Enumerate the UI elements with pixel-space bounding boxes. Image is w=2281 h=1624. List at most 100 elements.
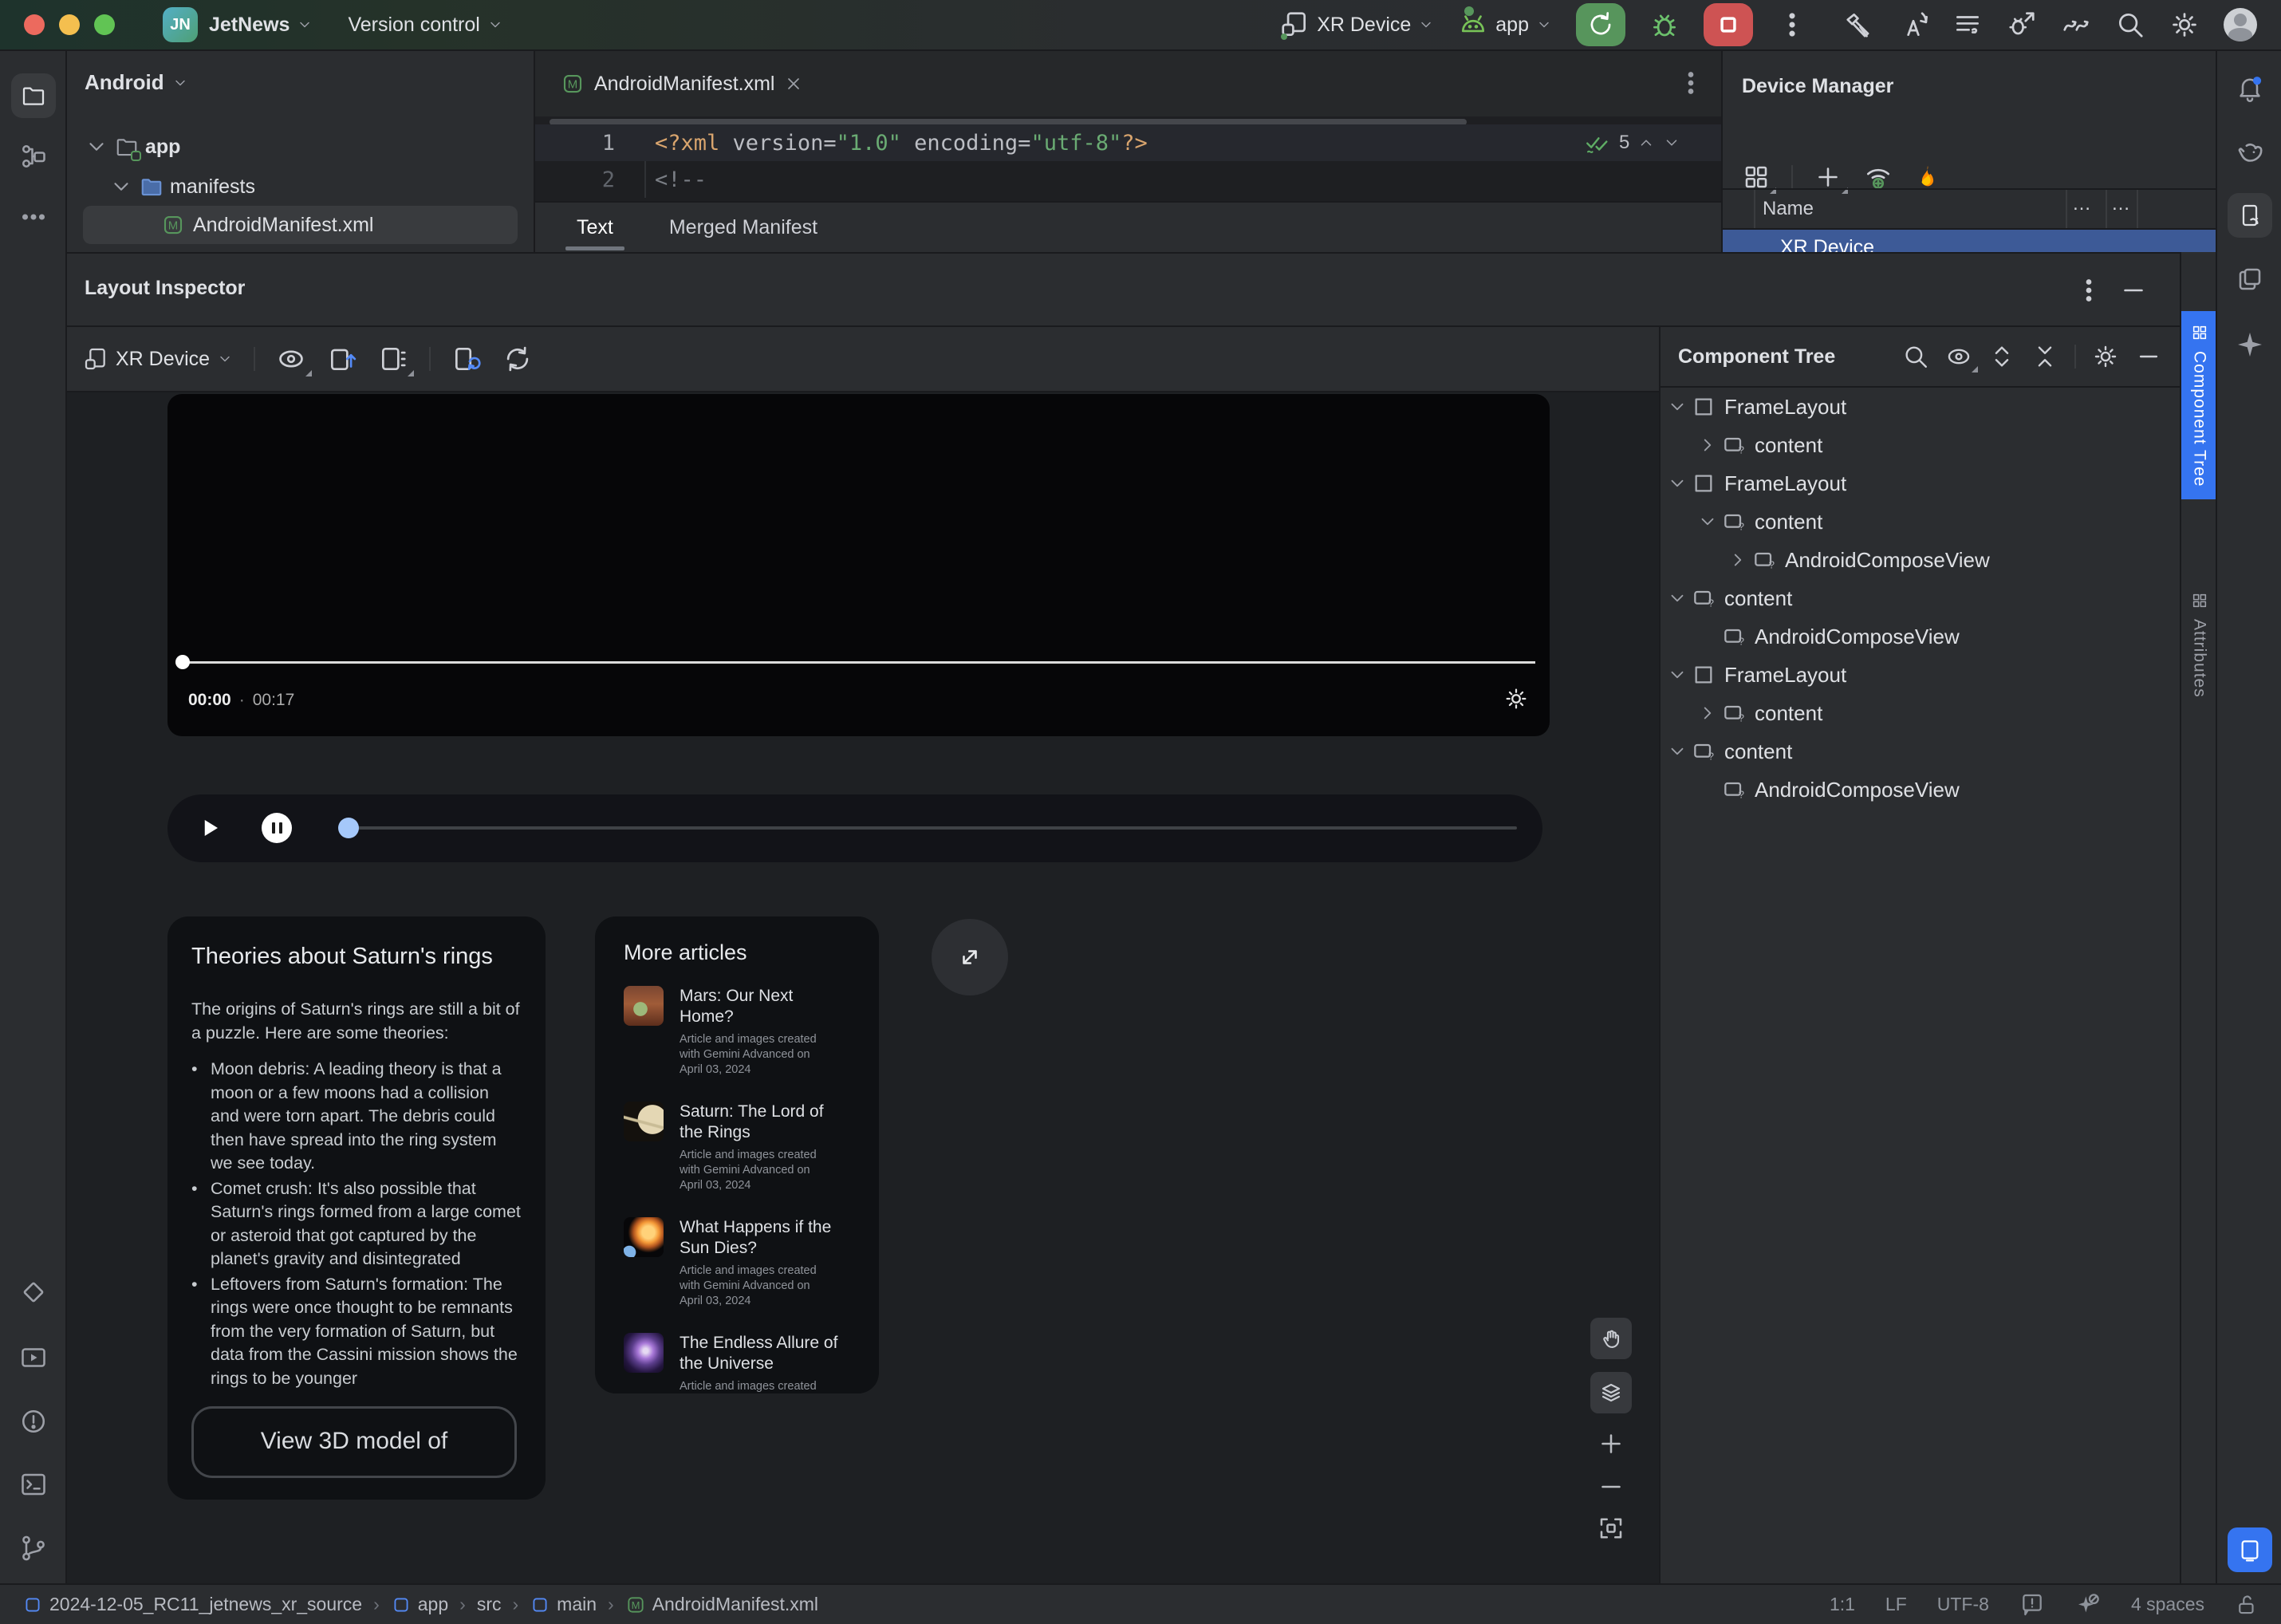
chevron-icon[interactable] (1665, 586, 1689, 610)
line-separator[interactable]: LF (1885, 1594, 1907, 1615)
tree-node[interactable]: ? content (1661, 503, 2180, 541)
close-tab-icon[interactable] (784, 74, 803, 93)
terminal-button[interactable] (19, 1470, 48, 1499)
inspections-widget[interactable]: 5 (1584, 129, 1680, 156)
view-options-eye-icon[interactable] (276, 344, 313, 376)
project-menu[interactable]: JetNews (209, 14, 313, 37)
more-actions-icon[interactable] (1777, 10, 1807, 40)
column-more-2[interactable]: … (2111, 193, 2130, 215)
seek-slider[interactable] (338, 818, 1517, 838)
chevron-icon[interactable] (1696, 510, 1720, 534)
inspector-process-picker[interactable]: XR Device (83, 346, 233, 372)
expand-all-icon[interactable] (1988, 343, 2015, 370)
problems-button[interactable] (19, 1407, 48, 1436)
breadcrumb-item[interactable]: M src (477, 1594, 502, 1615)
search-everywhere-icon[interactable] (2115, 10, 2145, 40)
live-updates-icon[interactable] (451, 344, 482, 374)
tab-component-tree[interactable]: Component Tree (2181, 311, 2217, 500)
expand-spatial-button[interactable] (932, 919, 1008, 995)
tree-settings-icon[interactable] (2092, 343, 2119, 370)
version-control-tool-button[interactable] (19, 1534, 48, 1563)
commit-tool-button[interactable] (19, 142, 48, 171)
minimize-window-button[interactable] (59, 14, 80, 35)
unlocked-icon[interactable] (2235, 1593, 2259, 1617)
tree-node-manifests[interactable]: manifests (109, 168, 255, 206)
pause-button[interactable] (262, 813, 292, 843)
zoom-to-fit-button[interactable] (1597, 1514, 1625, 1543)
tree-node-app[interactable]: app (85, 128, 180, 166)
breadcrumb-item[interactable]: M AndroidManifest.xml (625, 1594, 818, 1615)
breadcrumb-item[interactable]: M 2024-12-05_RC11_jetnews_xr_source (22, 1594, 362, 1615)
notifications-button[interactable] (2236, 74, 2264, 103)
attach-debugger-icon[interactable] (2007, 10, 2037, 40)
tree-search-icon[interactable] (1902, 343, 1929, 370)
tree-filter-eye-icon[interactable] (1945, 343, 1978, 372)
user-avatar[interactable] (2224, 8, 2257, 41)
chevron-icon[interactable] (1696, 701, 1720, 725)
editor-options-icon[interactable] (1676, 69, 1705, 97)
tab-merged-manifest[interactable]: Merged Manifest (658, 203, 829, 252)
hide-panel-icon[interactable] (2119, 276, 2148, 305)
device-row-xr-device[interactable]: XR Device (1723, 230, 2216, 252)
add-device-icon[interactable] (1814, 163, 1848, 194)
breadcrumb-item[interactable]: M › (512, 1594, 518, 1615)
device-manager-button[interactable] (2228, 193, 2272, 238)
video-progress-bar[interactable] (182, 661, 1535, 664)
rerun-button[interactable] (1576, 3, 1625, 46)
settings-icon[interactable] (2169, 10, 2200, 40)
tab-attributes[interactable]: Attributes (2181, 579, 2217, 711)
tree-node-manifest-file[interactable]: M AndroidManifest.xml (161, 206, 373, 244)
breadcrumb-item[interactable]: M main (530, 1594, 597, 1615)
project-tool-button[interactable] (11, 73, 56, 118)
chevron-icon[interactable] (1665, 739, 1689, 763)
article-item[interactable]: What Happens if the Sun Dies? Article an… (624, 1217, 860, 1309)
tab-text[interactable]: Text (565, 203, 624, 252)
tree-node[interactable]: ? FrameLayout (1661, 464, 2180, 503)
tree-node[interactable]: ? content (1661, 579, 2180, 617)
panel-options-icon[interactable] (2074, 276, 2103, 305)
close-window-button[interactable] (24, 14, 45, 35)
seek-slider-thumb[interactable] (338, 818, 359, 838)
column-more-1[interactable]: … (2072, 193, 2091, 215)
sync-project-icon[interactable] (1898, 10, 1928, 40)
layout-mode-icon[interactable] (378, 344, 415, 376)
video-progress-thumb[interactable] (175, 655, 190, 669)
chevron-down-icon[interactable] (109, 175, 133, 199)
tree-node[interactable]: ? content (1661, 426, 2180, 464)
caret-position[interactable]: 1:1 (1830, 1594, 1855, 1615)
hide-tree-icon[interactable] (2135, 343, 2162, 370)
chevron-icon[interactable] (1696, 433, 1720, 457)
running-devices-button[interactable] (19, 1343, 48, 1372)
previous-issue-icon[interactable] (1637, 134, 1655, 152)
video-player[interactable]: 00:00 · 00:17 (167, 394, 1550, 736)
todo-list-icon[interactable] (1952, 10, 1983, 40)
play-icon[interactable] (198, 816, 222, 840)
gemini-ai-button[interactable] (2236, 330, 2264, 359)
editor-tab-androidmanifest[interactable]: M AndroidManifest.xml (535, 51, 824, 116)
stop-button[interactable] (1704, 3, 1753, 46)
chevron-down-icon[interactable] (85, 135, 108, 159)
ai-assistant-disabled-icon[interactable] (2075, 1592, 2101, 1618)
chevron-icon[interactable] (1665, 471, 1689, 495)
code-line-2[interactable]: 2 <!-- (535, 161, 1721, 198)
inspector-render-surface[interactable]: 00:00 · 00:17 Theories about Saturn's ri… (67, 392, 1659, 1585)
column-name[interactable]: Name (1763, 198, 1814, 220)
maximize-window-button[interactable] (94, 14, 115, 35)
video-settings-icon[interactable] (1503, 686, 1529, 711)
pan-mode-button[interactable] (1590, 1318, 1632, 1359)
chevron-icon[interactable] (1665, 395, 1689, 419)
project-view-selector[interactable]: Android (85, 70, 188, 95)
indent-setting[interactable]: 4 spaces (2131, 1594, 2204, 1615)
snapshot-export-icon[interactable] (327, 344, 357, 374)
view-3d-model-button[interactable]: View 3D model of (191, 1406, 517, 1478)
device-explorer-button[interactable] (2236, 265, 2264, 294)
debug-icon[interactable] (1649, 10, 1680, 40)
collapse-all-icon[interactable] (2031, 343, 2058, 370)
profiler-icon[interactable] (2061, 10, 2091, 40)
breadcrumb-item[interactable]: M app (391, 1594, 448, 1615)
more-tool-windows-icon[interactable] (19, 203, 48, 231)
article-item[interactable]: Mars: Our Next Home? Article and images … (624, 986, 860, 1078)
next-issue-icon[interactable] (1663, 134, 1680, 152)
zoom-out-button[interactable] (1597, 1472, 1625, 1501)
tree-node[interactable]: ? AndroidComposeView (1661, 541, 2180, 579)
